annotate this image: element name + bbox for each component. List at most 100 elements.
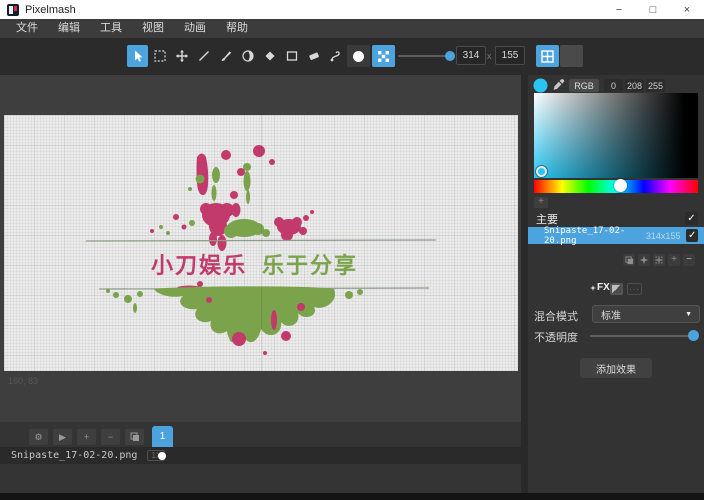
eyedropper-icon[interactable] — [552, 78, 565, 91]
add-effect-button[interactable]: 添加效果 — [580, 358, 652, 378]
plus-icon: + — [84, 432, 89, 442]
duplicate-layer-icon — [625, 256, 634, 265]
opacity-row: 不透明度 — [528, 328, 704, 342]
layer-size: 314x155 — [646, 231, 681, 241]
timeline-track[interactable]: Snipaste_17-02-20.png 1X — [0, 447, 521, 464]
gear-icon: ⚙ — [34, 432, 42, 443]
play-icon: ▶ — [59, 432, 66, 443]
window-bottom-edge — [0, 493, 704, 500]
close-button[interactable]: × — [670, 0, 704, 19]
shade-ball-icon — [241, 49, 255, 63]
green-value[interactable]: 208 — [625, 79, 644, 92]
toolbar: 314 x 155 — [0, 38, 704, 75]
timeline-settings-button[interactable]: ⚙ — [29, 429, 48, 445]
pixel-canvas[interactable]: 小刀娱乐 乐于分享 — [4, 115, 518, 371]
hue-slider-handle[interactable] — [614, 179, 627, 192]
blue-value[interactable]: 255 — [646, 79, 665, 92]
pixel-pattern-button[interactable] — [372, 45, 395, 67]
marquee-icon — [153, 49, 167, 63]
hue-slider[interactable] — [534, 180, 698, 193]
layer-group-row[interactable]: 主要 ✓ — [528, 210, 704, 227]
merge-layer-button[interactable] — [638, 254, 650, 266]
menu-view[interactable]: 视图 — [132, 19, 174, 38]
line-tool-button[interactable] — [193, 45, 214, 67]
fx-tab[interactable]: FX — [590, 282, 610, 293]
brush-size-slider-handle[interactable] — [445, 51, 455, 61]
canvas-width-field[interactable]: 314 — [456, 46, 486, 65]
panel-divider[interactable] — [521, 75, 528, 500]
red-value[interactable]: 0 — [604, 79, 623, 92]
keyframe-dot[interactable] — [158, 452, 166, 460]
canvas-height-field[interactable]: 155 — [495, 46, 525, 65]
maximize-button[interactable]: □ — [636, 0, 670, 19]
dither-pattern-icon — [377, 50, 390, 63]
brush-icon — [219, 49, 233, 63]
line-icon — [197, 49, 211, 63]
layer-group-label: 主要 — [536, 211, 558, 227]
grid-toggle-button[interactable] — [536, 45, 559, 67]
rectangle-tool-button[interactable] — [281, 45, 302, 67]
brush-shape-button[interactable] — [347, 45, 370, 67]
minimize-button[interactable]: − — [602, 0, 636, 19]
window-controls: − □ × — [602, 0, 704, 19]
eraser-icon — [307, 49, 321, 63]
cursor-icon — [131, 49, 145, 63]
shading-tool-button[interactable] — [237, 45, 258, 67]
fill-tool-button[interactable] — [259, 45, 280, 67]
selected-layer-row[interactable]: Snipaste_17-02-20.png 314x155 ✓ — [528, 227, 704, 244]
menu-file[interactable]: 文件 — [6, 19, 48, 38]
menu-tools[interactable]: 工具 — [90, 19, 132, 38]
menu-edit[interactable]: 编辑 — [48, 19, 90, 38]
move-icon — [175, 49, 189, 63]
duplicate-icon — [130, 432, 140, 442]
track-layer-name: Snipaste_17-02-20.png — [11, 450, 137, 461]
menu-animation[interactable]: 动画 — [174, 19, 216, 38]
duplicate-frame-button[interactable] — [125, 429, 144, 445]
brush-size-slider[interactable] — [398, 55, 450, 57]
more-effects-tab[interactable]: ··· — [627, 283, 642, 295]
art-text-green: 乐于分享 — [262, 253, 358, 278]
right-panel: RGB 0 208 255 + 主要 ✓ Snipaste_17-02-20.p… — [528, 75, 704, 500]
layer-style-tab[interactable] — [610, 283, 623, 295]
marquee-tool-button[interactable] — [149, 45, 170, 67]
menu-help[interactable]: 帮助 — [216, 19, 258, 38]
app-icon — [7, 4, 19, 16]
saturation-value-picker[interactable] — [534, 93, 698, 178]
secondary-toggle-button[interactable] — [560, 45, 583, 67]
color-mode-button[interactable]: RGB — [569, 79, 599, 92]
add-frame-button[interactable]: + — [77, 429, 96, 445]
remove-frame-button[interactable]: − — [101, 429, 120, 445]
layer-buttons-row: + − — [528, 254, 704, 267]
add-swatch-button[interactable]: + — [534, 197, 548, 208]
delete-layer-button[interactable]: − — [683, 254, 695, 266]
eraser-tool-button[interactable] — [303, 45, 324, 67]
pen-tool-button[interactable] — [325, 45, 346, 67]
brush-tool-button[interactable] — [215, 45, 236, 67]
menu-bar: 文件 编辑 工具 视图 动画 帮助 — [0, 19, 704, 38]
opacity-label: 不透明度 — [534, 329, 578, 345]
timeline-play-button[interactable]: ▶ — [53, 429, 72, 445]
chevron-down-icon: ▼ — [685, 311, 692, 318]
tool-buttons — [127, 45, 346, 67]
opacity-slider[interactable] — [590, 335, 694, 337]
select-tool-button[interactable] — [127, 45, 148, 67]
current-color-swatch[interactable] — [533, 78, 548, 93]
add-group-button[interactable] — [653, 254, 665, 266]
blend-mode-value: 标准 — [601, 307, 621, 322]
rectangle-icon — [285, 49, 299, 63]
layer-visibility-checkbox[interactable]: ✓ — [686, 229, 698, 242]
cursor-coordinates: 160, 83 — [8, 376, 38, 386]
group-visibility-checkbox[interactable]: ✓ — [685, 212, 698, 225]
move-tool-button[interactable] — [171, 45, 192, 67]
effects-tabs: FX ··· — [528, 282, 704, 297]
pixelmash-window: Pixelmash − □ × 文件 编辑 工具 视图 动画 帮助 — [0, 0, 704, 500]
sv-picker-cursor[interactable] — [536, 166, 547, 177]
duplicate-layer-button[interactable] — [623, 254, 635, 266]
art-text-pink: 小刀娱乐 — [151, 253, 247, 278]
round-brush-icon — [353, 51, 364, 62]
frame-tab-1[interactable]: 1 — [152, 426, 173, 447]
layer-name: Snipaste_17-02-20.png — [544, 226, 646, 246]
opacity-slider-handle[interactable] — [688, 330, 699, 341]
blend-mode-dropdown[interactable]: 标准 ▼ — [592, 305, 700, 323]
add-layer-button[interactable]: + — [668, 254, 680, 266]
